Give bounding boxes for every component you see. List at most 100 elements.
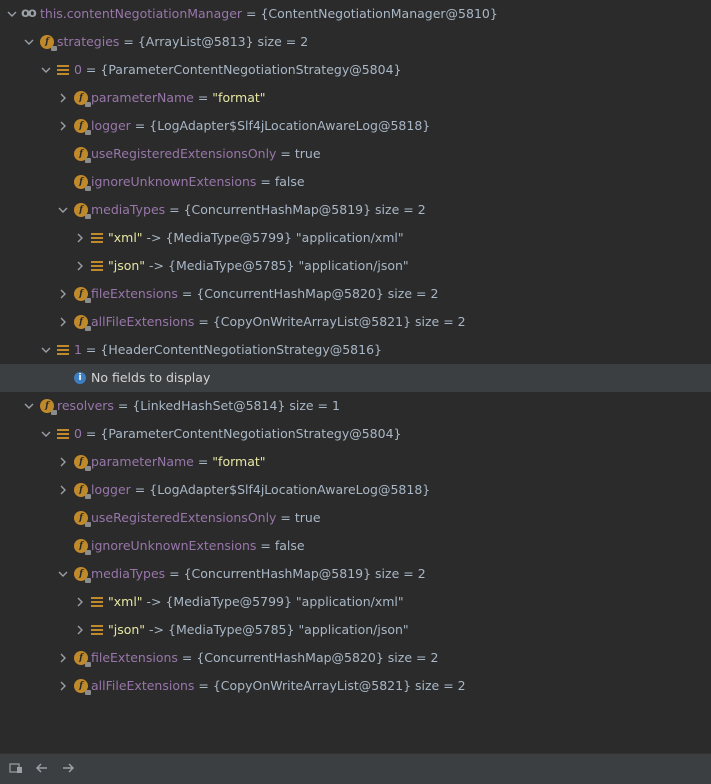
chevron-right-icon[interactable] [57,84,69,112]
chevron-down-icon[interactable] [23,28,35,56]
field-value: = {ArrayList@5813} size = 2 [119,34,309,49]
chevron-right-icon[interactable] [57,448,69,476]
tree-row[interactable]: f ignoreUnknownExtensions = false [0,168,711,196]
string-value: "format" [212,90,266,105]
field-value: = true [276,510,321,525]
field-name: 0 [74,62,82,77]
tree-row-root[interactable]: oo this.contentNegotiationManager = {Con… [0,0,711,28]
tree-row[interactable]: "json" -> {MediaType@5785} "application/… [0,252,711,280]
field-value: = {ParameterContentNegotiationStrategy@5… [81,426,402,441]
tree-row[interactable]: 0 = {ParameterContentNegotiationStrategy… [0,56,711,84]
root-value: = {ContentNegotiationManager@5810} [246,6,498,21]
tree-row[interactable]: f mediaTypes = {ConcurrentHashMap@5819} s… [0,560,711,588]
field-name: fileExtensions [91,286,178,301]
field-value: = {ConcurrentHashMap@5820} size = 2 [177,650,439,665]
tree-row[interactable]: f resolvers = {LinkedHashSet@5814} size =… [0,392,711,420]
chevron-down-icon[interactable] [57,560,69,588]
field-name: resolvers [57,398,114,413]
field-icon: f [74,203,91,219]
tree-row[interactable]: "json" -> {MediaType@5785} "application/… [0,616,711,644]
field-value: = {HeaderContentNegotiationStrategy@5816… [81,342,382,357]
field-name: logger [91,482,131,497]
tree-row[interactable]: f logger = {LogAdapter$Slf4jLocationAware… [0,476,711,504]
field-icon: f [74,455,91,471]
tree-row[interactable]: "xml" -> {MediaType@5799} "application/x… [0,588,711,616]
array-element-icon [57,429,69,439]
chevron-down-icon[interactable] [40,420,52,448]
tree-row[interactable]: 0 = {ParameterContentNegotiationStrategy… [0,420,711,448]
variables-tree: oo this.contentNegotiationManager = {Con… [0,0,711,700]
field-name: 1 [74,342,82,357]
empty-message-row[interactable]: i No fields to display [0,364,711,392]
tree-row[interactable]: f useRegisteredExtensionsOnly = true [0,140,711,168]
field-icon: f [74,483,91,499]
field-icon: f [74,119,91,135]
chevron-down-icon[interactable] [40,56,52,84]
chevron-down-icon[interactable] [6,0,18,28]
field-icon: f [74,511,91,527]
info-icon: i [74,372,86,384]
string-value: "format" [212,454,266,469]
debugger-bottom-bar [0,753,711,784]
array-element-icon [91,233,103,243]
field-value: = {ConcurrentHashMap@5819} size = 2 [165,202,426,217]
tree-row[interactable]: 1 = {HeaderContentNegotiationStrategy@58… [0,336,711,364]
field-icon: f [74,679,91,695]
field-name: useRegisteredExtensionsOnly [91,146,277,161]
field-icon: f [74,651,91,667]
chevron-down-icon[interactable] [23,392,35,420]
array-element-icon [57,65,69,75]
tree-row[interactable]: f mediaTypes = {ConcurrentHashMap@5819} s… [0,196,711,224]
tree-row[interactable]: f allFileExtensions = {CopyOnWriteArrayLi… [0,672,711,700]
field-value: = false [256,174,305,189]
map-key: "xml" [108,594,143,609]
chevron-right-icon[interactable] [74,588,86,616]
arrow-left-icon[interactable] [34,760,50,776]
field-icon: f [40,35,57,51]
chevron-right-icon[interactable] [74,252,86,280]
field-value: -> {MediaType@5785} "application/json" [145,622,409,637]
tree-row[interactable]: f parameterName = "format" [0,84,711,112]
field-value: = [193,454,213,469]
tree-row[interactable]: "xml" -> {MediaType@5799} "application/x… [0,224,711,252]
tree-row[interactable]: f allFileExtensions = {CopyOnWriteArrayLi… [0,308,711,336]
tree-row[interactable]: f strategies = {ArrayList@5813} size = 2 [0,28,711,56]
field-value: = {LogAdapter$Slf4jLocationAwareLog@5818… [130,118,431,133]
chevron-right-icon[interactable] [57,476,69,504]
chevron-down-icon[interactable] [40,336,52,364]
field-value: = {ConcurrentHashMap@5819} size = 2 [165,566,426,581]
chevron-right-icon[interactable] [74,224,86,252]
watch-icon: oo [21,6,37,21]
field-name: useRegisteredExtensionsOnly [91,510,277,525]
field-name: ignoreUnknownExtensions [91,174,257,189]
field-icon: f [74,539,91,555]
field-name: allFileExtensions [91,314,195,329]
field-name: strategies [57,34,120,49]
tree-row[interactable]: f useRegisteredExtensionsOnly = true [0,504,711,532]
field-value: -> {MediaType@5799} "application/xml" [142,594,404,609]
chevron-right-icon[interactable] [57,112,69,140]
tree-row[interactable]: f fileExtensions = {ConcurrentHashMap@582… [0,280,711,308]
map-key: "xml" [108,230,143,245]
arrow-right-icon[interactable] [60,760,76,776]
field-icon: f [40,399,57,415]
chevron-right-icon[interactable] [57,280,69,308]
field-icon: f [74,147,91,163]
tree-row[interactable]: f logger = {LogAdapter$Slf4jLocationAware… [0,112,711,140]
chevron-down-icon[interactable] [57,196,69,224]
tree-row[interactable]: f ignoreUnknownExtensions = false [0,532,711,560]
map-key: "json" [108,622,146,637]
tree-row[interactable]: f fileExtensions = {ConcurrentHashMap@582… [0,644,711,672]
field-name: parameterName [91,454,194,469]
field-icon: f [74,315,91,331]
field-value: = false [256,538,305,553]
restore-layout-icon[interactable] [8,760,24,776]
chevron-right-icon[interactable] [57,672,69,700]
tree-row[interactable]: f parameterName = "format" [0,448,711,476]
array-element-icon [91,597,103,607]
field-name: mediaTypes [91,566,166,581]
chevron-right-icon[interactable] [74,616,86,644]
field-name: mediaTypes [91,202,166,217]
chevron-right-icon[interactable] [57,308,69,336]
chevron-right-icon[interactable] [57,644,69,672]
